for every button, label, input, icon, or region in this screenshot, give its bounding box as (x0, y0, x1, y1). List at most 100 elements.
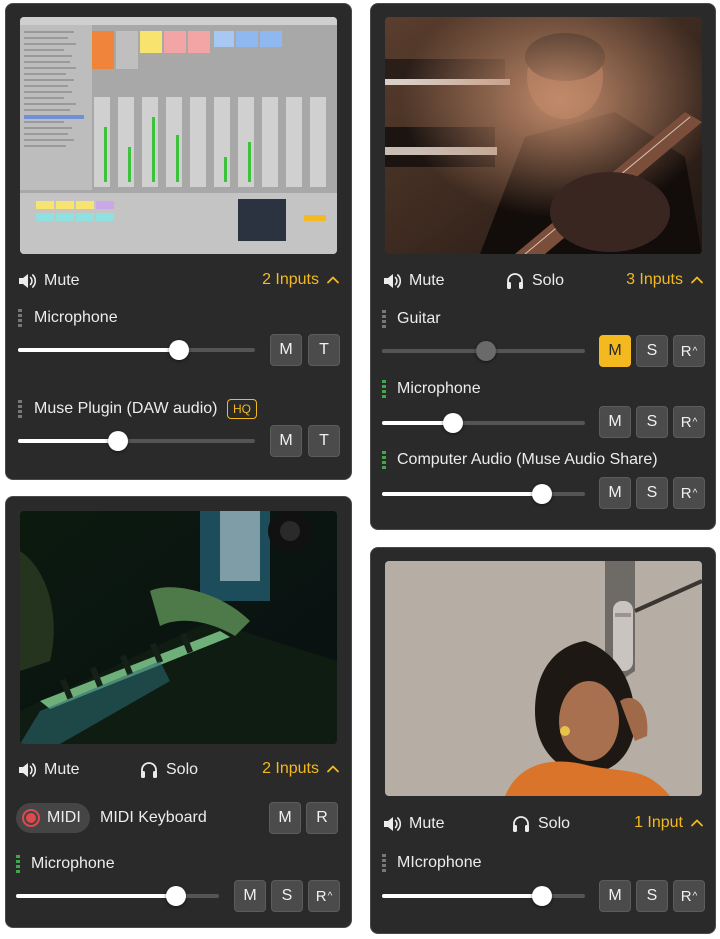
mute-toggle[interactable]: Mute (17, 760, 80, 780)
solo-label: Solo (166, 761, 199, 778)
chevron-up-icon: ^ (692, 345, 698, 357)
inputs-toggle[interactable]: 3 Inputs (626, 271, 704, 289)
mute-label: Mute (44, 761, 80, 778)
solo-button-microphone[interactable]: S (636, 406, 668, 438)
slider-knob[interactable] (443, 413, 464, 433)
mute-button-microphone[interactable]: M (599, 406, 631, 438)
mute-button-guitar[interactable]: M (599, 335, 631, 367)
record-button-midi[interactable]: R (306, 802, 338, 834)
level-meter-active (382, 451, 386, 469)
record-button-guitar[interactable]: R ^ (673, 335, 705, 367)
slider-knob[interactable] (475, 341, 496, 361)
mute-button-microphone[interactable]: M (270, 334, 302, 366)
headphones-icon (511, 814, 531, 834)
speaker-icon (382, 271, 402, 291)
record-button-computer-audio[interactable]: R ^ (673, 477, 705, 509)
speaker-icon (17, 271, 37, 291)
solo-label: Solo (538, 815, 571, 832)
card-controls: Mute Solo 2 Inputs (6, 756, 351, 786)
record-button-microphone[interactable]: R ^ (673, 406, 705, 438)
daw-screen-share-video (20, 17, 337, 254)
solo-toggle[interactable]: Solo (511, 814, 570, 834)
solo-toggle[interactable]: Solo (139, 760, 198, 780)
vocalist-video (385, 561, 702, 796)
card-controls: Mute 2 Inputs (6, 267, 351, 297)
inputs-count-label: 2 Inputs (262, 271, 319, 288)
slider-knob[interactable] (169, 340, 190, 360)
guitarist-video (385, 17, 702, 254)
chevron-up-icon (326, 275, 340, 285)
participant-card-keys: Mute Solo 2 Inputs MIDI MIDI Keyboard M … (5, 496, 352, 928)
level-meter (382, 854, 386, 872)
inputs-toggle[interactable]: 1 Input (634, 814, 704, 832)
mute-label: Mute (409, 815, 445, 832)
talkback-button-muse-plugin[interactable]: T (308, 425, 340, 457)
mute-button-midi[interactable]: M (269, 802, 301, 834)
volume-slider-muse-plugin[interactable] (18, 429, 255, 453)
track-label-microphone: Microphone (31, 855, 115, 872)
volume-slider-computer-audio[interactable] (382, 482, 585, 506)
solo-label: Solo (532, 272, 565, 289)
volume-slider-microphone[interactable] (382, 411, 585, 435)
mute-button-muse-plugin[interactable]: M (270, 425, 302, 457)
level-meter (18, 309, 22, 327)
chevron-up-icon: ^ (692, 890, 698, 902)
participant-card-daw: Mute 2 Inputs Microphone M T Muse Plugin… (5, 3, 352, 480)
keyboardist-video (20, 511, 337, 744)
level-meter-active (382, 380, 386, 398)
participant-card-guitar: Mute Solo 3 Inputs Guitar M S R ^ Microph… (370, 3, 716, 530)
solo-toggle[interactable]: Solo (505, 271, 564, 291)
chevron-up-icon (326, 764, 340, 774)
level-meter (382, 310, 386, 328)
card-controls: Mute Solo 1 Input (371, 810, 715, 840)
track-label-guitar: Guitar (397, 310, 441, 327)
headphones-icon (139, 760, 159, 780)
record-button-microphone[interactable]: R ^ (308, 880, 340, 912)
mute-button-microphone[interactable]: M (599, 880, 631, 912)
mute-button-computer-audio[interactable]: M (599, 477, 631, 509)
card-controls: Mute Solo 3 Inputs (371, 267, 715, 297)
midi-label: MIDI (47, 809, 81, 826)
volume-slider-microphone[interactable] (382, 884, 585, 908)
slider-knob[interactable] (532, 886, 553, 906)
volume-slider-microphone[interactable] (18, 338, 255, 362)
hq-badge: HQ (227, 399, 257, 419)
chevron-up-icon: ^ (692, 416, 698, 428)
chevron-up-icon (690, 818, 704, 828)
chevron-up-icon: ^ (327, 890, 333, 902)
inputs-toggle[interactable]: 2 Inputs (262, 271, 340, 289)
track-label-microphone: Microphone (397, 380, 481, 397)
record-button-microphone[interactable]: R ^ (673, 880, 705, 912)
midi-device-label: MIDI Keyboard (100, 809, 207, 826)
track-label-computer-audio: Computer Audio (Muse Audio Share) (397, 451, 658, 468)
volume-slider-guitar[interactable] (382, 339, 585, 363)
talkback-button-microphone[interactable]: T (308, 334, 340, 366)
track-label-microphone: MIcrophone (397, 854, 482, 871)
inputs-count-label: 3 Inputs (626, 271, 683, 288)
mute-toggle[interactable]: Mute (382, 814, 445, 834)
volume-slider-microphone[interactable] (16, 884, 219, 908)
mute-toggle[interactable]: Mute (17, 271, 80, 291)
mute-label: Mute (409, 272, 445, 289)
level-meter (18, 400, 22, 418)
track-label-muse-plugin: Muse Plugin (DAW audio) (34, 400, 218, 417)
inputs-toggle[interactable]: 2 Inputs (262, 760, 340, 778)
record-icon (22, 809, 40, 827)
solo-button-guitar[interactable]: S (636, 335, 668, 367)
slider-knob[interactable] (107, 431, 128, 451)
slider-knob[interactable] (166, 886, 187, 906)
participant-card-vocals: Mute Solo 1 Input MIcrophone M S R ^ (370, 547, 716, 934)
solo-button-microphone[interactable]: S (636, 880, 668, 912)
track-label-microphone: Microphone (34, 309, 118, 326)
mute-toggle[interactable]: Mute (382, 271, 445, 291)
slider-knob[interactable] (532, 484, 553, 504)
chevron-up-icon: ^ (692, 487, 698, 499)
solo-button-computer-audio[interactable]: S (636, 477, 668, 509)
midi-record-toggle[interactable]: MIDI (16, 803, 90, 833)
mute-button-microphone[interactable]: M (234, 880, 266, 912)
inputs-count-label: 1 Input (634, 814, 683, 831)
speaker-icon (17, 760, 37, 780)
headphones-icon (505, 271, 525, 291)
solo-button-microphone[interactable]: S (271, 880, 303, 912)
level-meter-active (16, 855, 20, 873)
